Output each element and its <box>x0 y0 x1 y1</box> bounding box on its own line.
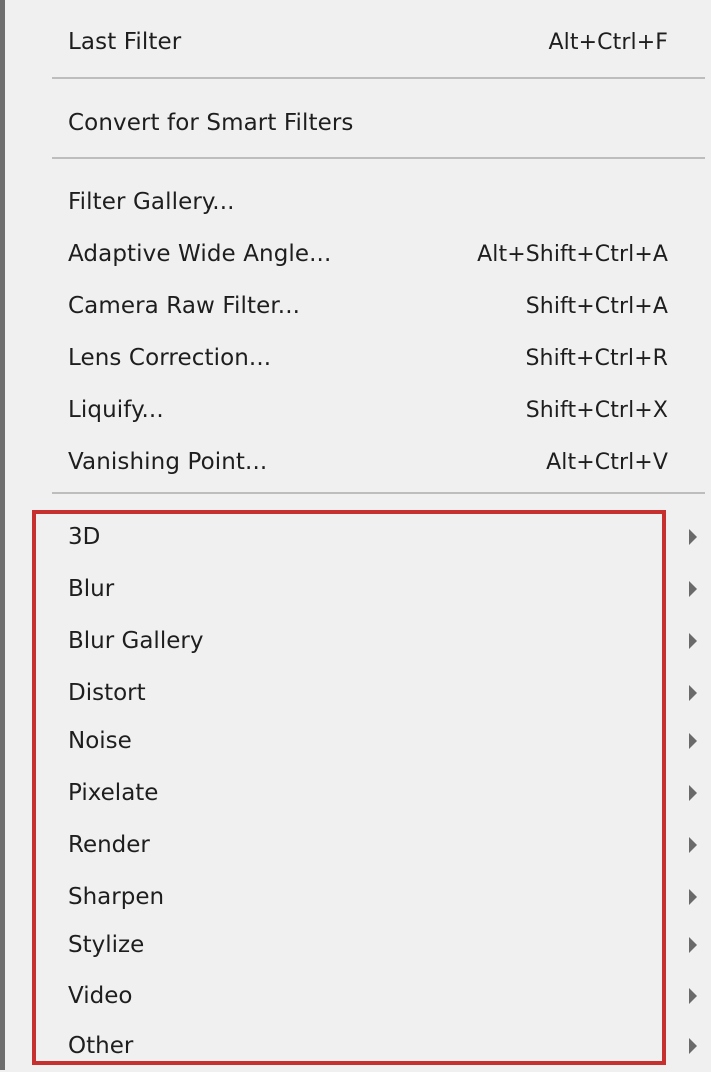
chevron-right-icon <box>689 685 697 701</box>
menu-item-label: Render <box>68 832 150 858</box>
chevron-right-icon <box>689 988 697 1004</box>
menu-separator <box>52 77 705 79</box>
menu-item-label: Liquify... <box>68 397 164 423</box>
menu-item-label: Sharpen <box>68 884 165 910</box>
menu-item-shortcut: Alt+Ctrl+V <box>546 449 668 475</box>
menu-item-label: Camera Raw Filter... <box>68 293 301 319</box>
chevron-right-icon <box>689 837 697 853</box>
menu-item-label: Pixelate <box>68 780 159 806</box>
chevron-right-icon <box>689 581 697 597</box>
chevron-right-icon <box>689 733 697 749</box>
menu-item-shortcut: Shift+Ctrl+R <box>525 345 668 371</box>
menu-item-shortcut: Alt+Shift+Ctrl+A <box>477 241 668 267</box>
menu-item-label: Video <box>68 983 133 1009</box>
menu-item-shortcut: Shift+Ctrl+X <box>525 397 668 423</box>
menu-item-adaptive-wide-angle[interactable]: Adaptive Wide Angle... Alt+Shift+Ctrl+A <box>68 228 668 280</box>
menu-item-camera-raw-filter[interactable]: Camera Raw Filter... Shift+Ctrl+A <box>68 280 668 332</box>
submenu-item-distort[interactable]: Distort <box>68 667 703 719</box>
menu-item-convert-for-smart-filters[interactable]: Convert for Smart Filters <box>68 97 668 149</box>
chevron-right-icon <box>689 529 697 545</box>
filter-menu: Last Filter Alt+Ctrl+F Convert for Smart… <box>0 0 711 1070</box>
submenu-item-other[interactable]: Other <box>68 1020 703 1072</box>
submenu-item-noise[interactable]: Noise <box>68 715 703 767</box>
chevron-right-icon <box>689 633 697 649</box>
menu-item-label: Distort <box>68 680 146 706</box>
submenu-item-pixelate[interactable]: Pixelate <box>68 767 703 819</box>
submenu-item-3d[interactable]: 3D <box>68 511 703 563</box>
menu-item-shortcut: Alt+Ctrl+F <box>548 29 668 55</box>
submenu-item-sharpen[interactable]: Sharpen <box>68 871 703 923</box>
chevron-right-icon <box>689 889 697 905</box>
menu-item-vanishing-point[interactable]: Vanishing Point... Alt+Ctrl+V <box>68 436 668 488</box>
menu-item-label: Lens Correction... <box>68 345 272 371</box>
menu-item-label: Blur <box>68 576 115 602</box>
submenu-item-blur[interactable]: Blur <box>68 563 703 615</box>
submenu-item-blur-gallery[interactable]: Blur Gallery <box>68 615 703 667</box>
menu-item-filter-gallery[interactable]: Filter Gallery... <box>68 176 668 228</box>
chevron-right-icon <box>689 937 697 953</box>
menu-item-label: Last Filter <box>68 29 182 55</box>
menu-item-label: Adaptive Wide Angle... <box>68 241 332 267</box>
menu-separator <box>52 492 705 494</box>
menu-item-label: Convert for Smart Filters <box>68 110 354 136</box>
chevron-right-icon <box>689 1038 697 1054</box>
window-edge <box>0 0 5 1070</box>
submenu-item-render[interactable]: Render <box>68 819 703 871</box>
submenu-item-stylize[interactable]: Stylize <box>68 919 703 971</box>
menu-item-label: Filter Gallery... <box>68 189 235 215</box>
menu-item-shortcut: Shift+Ctrl+A <box>525 293 668 319</box>
menu-item-label: Vanishing Point... <box>68 449 268 475</box>
menu-item-label: Other <box>68 1033 134 1059</box>
submenu-item-video[interactable]: Video <box>68 970 703 1022</box>
menu-item-label: Stylize <box>68 932 145 958</box>
menu-item-label: 3D <box>68 524 101 550</box>
menu-item-lens-correction[interactable]: Lens Correction... Shift+Ctrl+R <box>68 332 668 384</box>
menu-separator <box>52 157 705 159</box>
menu-item-liquify[interactable]: Liquify... Shift+Ctrl+X <box>68 384 668 436</box>
menu-item-label: Noise <box>68 728 132 754</box>
chevron-right-icon <box>689 785 697 801</box>
menu-item-last-filter[interactable]: Last Filter Alt+Ctrl+F <box>68 16 668 68</box>
menu-item-label: Blur Gallery <box>68 628 204 654</box>
